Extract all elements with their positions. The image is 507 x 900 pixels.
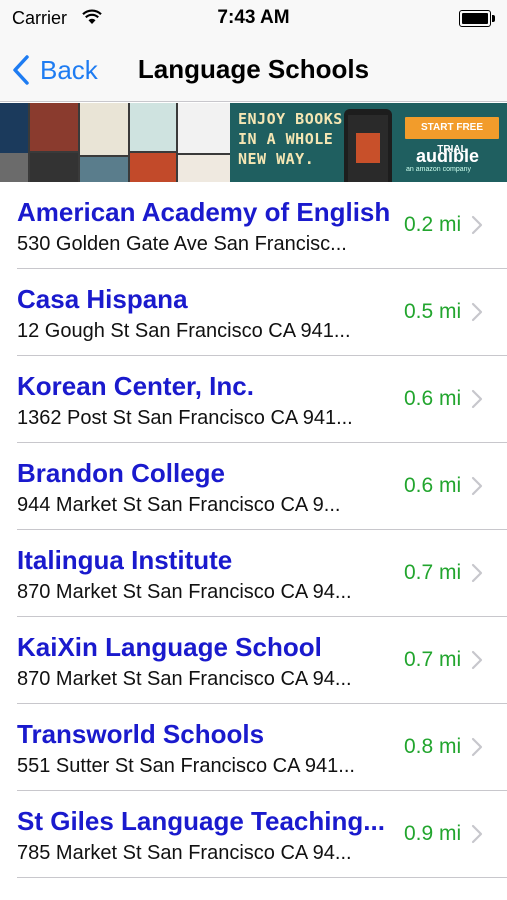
audible-logo: audible [415,146,479,166]
school-name: KaiXin Language School [17,632,322,662]
battery-icon [459,10,495,27]
list-item[interactable]: Korean Center, Inc. 1362 Post St San Fra… [0,356,507,443]
school-distance: 0.2 mi [404,213,462,236]
ad-headline-line: NEW WAY. [238,150,315,168]
school-distance: 0.7 mi [404,648,462,671]
school-address: 870 Market St San Francisco CA 94... [17,668,352,690]
school-distance: 0.6 mi [404,387,462,410]
list-item[interactable]: American Academy of English 530 Golden G… [0,182,507,269]
chevron-right-icon [471,215,483,235]
navigation-bar: Back Language Schools [0,38,507,102]
status-bar: Carrier 7:43 AM [0,0,507,38]
list-item[interactable]: Casa Hispana 12 Gough St San Francisco C… [0,269,507,356]
ad-banner[interactable]: ENJOY BOOKS IN A WHOLE NEW WAY. START FR… [0,103,507,182]
chevron-right-icon [471,650,483,670]
chevron-right-icon [471,389,483,409]
school-distance: 0.8 mi [404,735,462,758]
school-distance: 0.6 mi [404,474,462,497]
chevron-right-icon [471,476,483,496]
school-address: 551 Sutter St San Francisco CA 941... [17,755,355,777]
phone-illustration [344,109,392,182]
school-name: Casa Hispana [17,284,188,314]
ad-book-covers [0,103,230,182]
chevron-right-icon [471,563,483,583]
school-name: St Giles Language Teaching... [17,806,385,836]
list-item[interactable]: Brandon College 944 Market St San Franci… [0,443,507,530]
school-address: 1362 Post St San Francisco CA 941... [17,407,353,429]
school-list: American Academy of English 530 Golden G… [0,182,507,878]
school-address: 785 Market St San Francisco CA 94... [17,842,352,864]
school-distance: 0.5 mi [404,300,462,323]
chevron-right-icon [471,302,483,322]
ad-headline-line: IN A WHOLE [238,130,334,148]
page-title-text: Language Schools [137,54,370,84]
audible-tagline: an amazon company [406,166,471,173]
list-item[interactable]: KaiXin Language School 870 Market St San… [0,617,507,704]
school-distance: 0.7 mi [404,561,462,584]
list-item[interactable]: St Giles Language Teaching... 785 Market… [0,791,507,878]
school-distance: 0.9 mi [404,822,462,845]
ad-headline-line: ENJOY BOOKS [238,110,343,128]
school-name: Korean Center, Inc. [17,371,254,401]
school-name: Transworld Schools [17,719,265,749]
school-address: 530 Golden Gate Ave San Francisc... [17,233,347,255]
school-address: 12 Gough St San Francisco CA 941... [17,320,351,342]
list-item[interactable]: Transworld Schools 551 Sutter St San Fra… [0,704,507,791]
clock-label: 7:43 AM [217,7,290,28]
school-name: Brandon College [17,458,226,488]
list-item[interactable]: Italingua Institute 870 Market St San Fr… [0,530,507,617]
ad-headline: ENJOY BOOKS IN A WHOLE NEW WAY. [238,109,343,169]
school-address: 944 Market St San Francisco CA 9... [17,494,341,516]
chevron-right-icon [471,737,483,757]
school-address: 870 Market St San Francisco CA 94... [17,581,352,603]
start-free-trial-button[interactable]: START FREE TRIAL [405,117,499,155]
school-name: American Academy of English [17,197,391,227]
page-title: Language Schools [0,54,507,85]
ad-promo: ENJOY BOOKS IN A WHOLE NEW WAY. START FR… [230,103,507,182]
chevron-right-icon [471,824,483,844]
school-name: Italingua Institute [17,545,233,575]
